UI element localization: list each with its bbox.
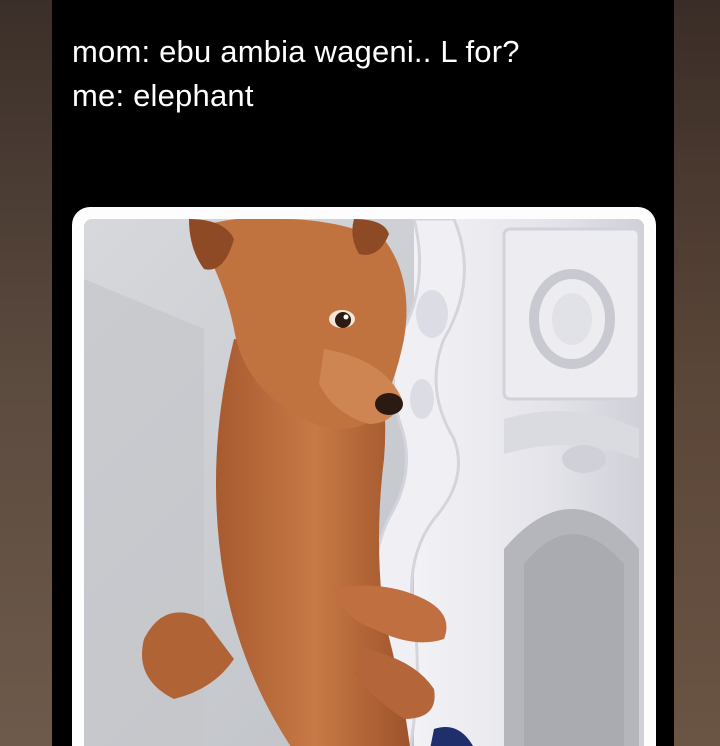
caption-line-2: me: elephant xyxy=(72,78,254,113)
photo-frame xyxy=(72,207,656,746)
meme-post: mom: ebu ambia wageni.. L for? me: eleph… xyxy=(52,0,674,746)
dog-photo xyxy=(84,219,644,746)
dog-photo-illustration xyxy=(84,219,644,746)
blurred-backdrop-left xyxy=(0,0,52,746)
caption-line-1: mom: ebu ambia wageni.. L for? xyxy=(72,34,520,69)
blurred-backdrop-right xyxy=(674,0,720,746)
meme-caption: mom: ebu ambia wageni.. L for? me: eleph… xyxy=(72,30,662,118)
